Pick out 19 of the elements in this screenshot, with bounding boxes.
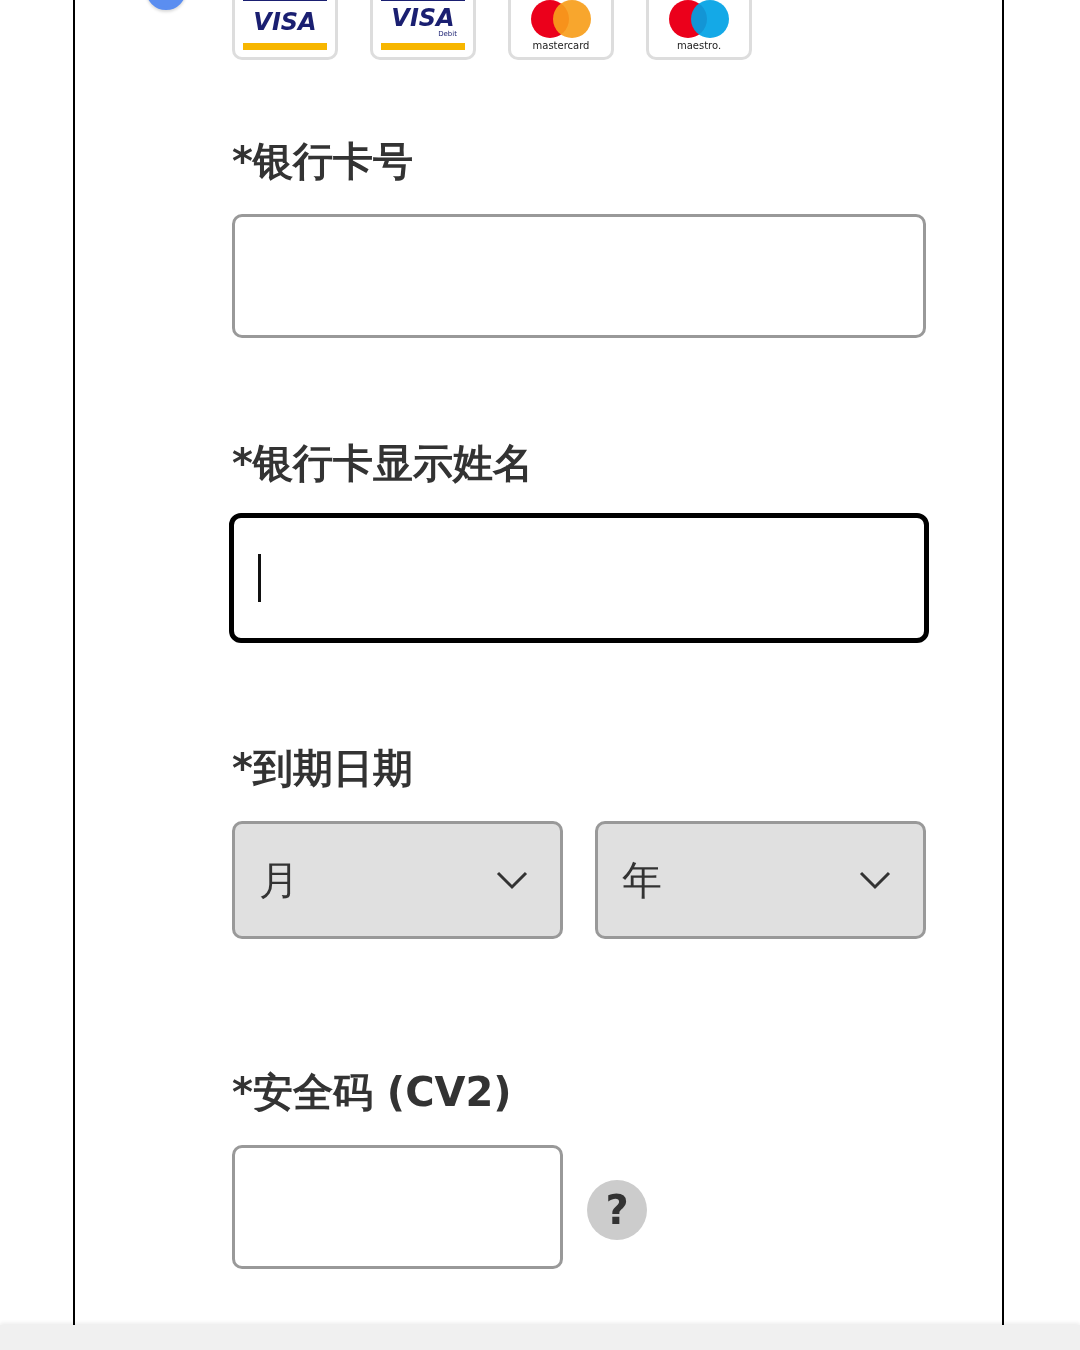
logo-text: VISA xyxy=(391,6,455,30)
field-label: *到期日期 xyxy=(232,744,414,793)
dropdown[interactable]: 年 xyxy=(595,821,926,939)
input-field[interactable] xyxy=(232,214,926,338)
field-label: *银行卡显示姓名 xyxy=(232,439,534,488)
circles-icon xyxy=(530,0,592,39)
chevron-down-icon xyxy=(859,870,891,890)
input-field[interactable] xyxy=(229,513,929,643)
logo-text: mastercard xyxy=(532,41,590,51)
help-button[interactable]: ? xyxy=(587,1180,647,1240)
circles-icon xyxy=(668,0,730,39)
input-field[interactable] xyxy=(232,1145,563,1269)
dropdown[interactable]: 月 xyxy=(232,821,563,939)
text-cursor xyxy=(258,554,261,602)
chevron-down-icon xyxy=(496,870,528,890)
logo-text: VISA xyxy=(253,10,317,34)
field-label: *安全码 (CV2) xyxy=(232,1068,513,1117)
logo-text: maestro. xyxy=(676,41,722,51)
field-label: *银行卡号 xyxy=(232,137,414,186)
